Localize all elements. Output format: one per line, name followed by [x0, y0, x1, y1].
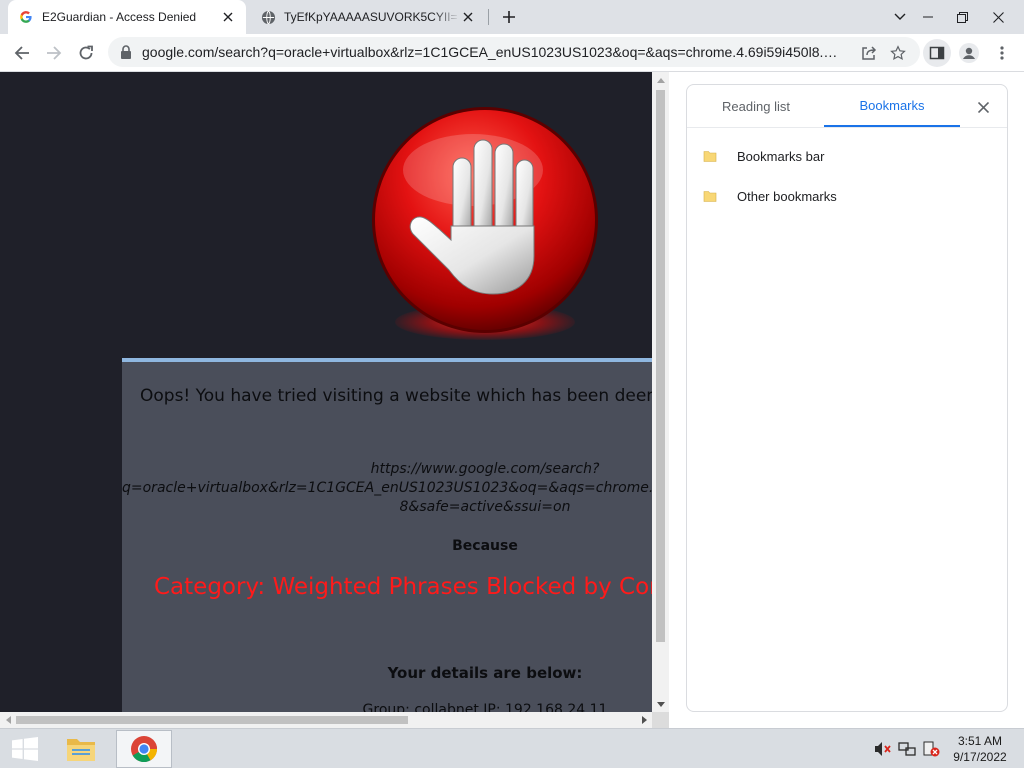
bookmark-label: Bookmarks bar — [737, 148, 825, 164]
blocked-url-line: 8&safe=active&ssui=on — [399, 499, 571, 515]
horizontal-scrollbar[interactable] — [0, 712, 652, 728]
bookmark-star-button[interactable] — [884, 39, 912, 67]
tab-bookmarks[interactable]: Bookmarks — [824, 85, 960, 127]
bookmark-label: Other bookmarks — [737, 188, 837, 204]
block-heading: Oops! You have tried visiting a website … — [140, 386, 652, 406]
system-clock[interactable]: 3:51 AM 9/17/2022 — [944, 733, 1016, 765]
restore-icon — [956, 11, 968, 23]
share-icon — [862, 46, 877, 60]
menu-button[interactable] — [988, 39, 1016, 67]
clock-date: 9/17/2022 — [953, 750, 1007, 764]
side-panel: Reading list Bookmarks Bookmarks bar Oth… — [686, 84, 1008, 712]
tab-image[interactable]: TyEfKpYAAAAASUVORK5CYII= (2 — [250, 0, 489, 34]
close-window-button[interactable] — [982, 0, 1014, 34]
group-ip-line: Group: collabnet IP: 192.168.24.11 — [362, 702, 608, 712]
globe-icon — [260, 9, 276, 25]
back-icon — [14, 46, 29, 60]
close-icon — [977, 101, 989, 113]
side-panel-icon — [929, 46, 945, 60]
menu-icon — [1000, 46, 1004, 60]
bookmark-folder-bookmarks-bar[interactable]: Bookmarks bar — [703, 144, 824, 168]
close-tab-icon[interactable] — [460, 9, 476, 25]
windows-logo-icon — [12, 737, 38, 761]
restore-button[interactable] — [946, 0, 978, 34]
plus-icon — [503, 11, 515, 23]
tab-strip: E2Guardian - Access Denied TyEfKpYAAAAAS… — [0, 0, 1024, 34]
scroll-down-icon[interactable] — [652, 696, 669, 712]
forward-icon — [47, 46, 62, 60]
profile-button[interactable] — [955, 39, 983, 67]
google-g-icon — [18, 9, 34, 25]
taskbar-file-explorer[interactable] — [58, 731, 104, 767]
blocked-url: https://www.google.com/search? q=oracle+… — [122, 460, 652, 517]
minimize-icon — [923, 16, 933, 18]
scroll-left-icon[interactable] — [0, 712, 16, 728]
start-button[interactable] — [8, 735, 42, 763]
close-side-panel-button[interactable] — [973, 97, 993, 117]
divider — [687, 127, 1007, 128]
reload-button[interactable] — [72, 39, 100, 67]
scroll-right-icon[interactable] — [636, 712, 652, 728]
scroll-up-icon[interactable] — [652, 72, 669, 88]
volume-muted-icon[interactable] — [874, 740, 892, 758]
folder-icon — [703, 149, 719, 163]
vertical-scroll-thumb[interactable] — [656, 90, 665, 642]
tab-title: TyEfKpYAAAAASUVORK5CYII= (2 — [284, 10, 460, 24]
taskbar-chrome[interactable] — [116, 730, 172, 768]
network-icon[interactable] — [898, 740, 916, 758]
minimize-button[interactable] — [912, 0, 944, 34]
scrollbar-corner — [652, 712, 669, 728]
horizontal-scroll-thumb[interactable] — [16, 716, 408, 724]
tab-title: E2Guardian - Access Denied — [42, 10, 197, 24]
close-icon — [992, 11, 1004, 23]
side-panel-button[interactable] — [923, 39, 951, 67]
share-button[interactable] — [855, 39, 883, 67]
reload-icon — [79, 45, 93, 60]
action-center-error-icon[interactable] — [922, 740, 940, 758]
profile-icon — [959, 43, 979, 63]
vertical-scrollbar[interactable] — [652, 72, 669, 712]
block-category: Category: Weighted Phrases Blocked by Co… — [154, 574, 652, 600]
address-bar[interactable]: google.com/search?q=oracle+virtualbox&rl… — [108, 37, 920, 67]
taskbar: 3:51 AM 9/17/2022 — [0, 728, 1024, 768]
bookmark-folder-other-bookmarks[interactable]: Other bookmarks — [703, 184, 837, 208]
back-button[interactable] — [8, 39, 36, 67]
because-label: Because — [452, 538, 518, 554]
blocked-url-line: https://www.google.com/search? — [370, 461, 600, 477]
stop-hand-icon — [372, 107, 598, 333]
toolbar: google.com/search?q=oracle+virtualbox&rl… — [0, 34, 1024, 72]
close-tab-icon[interactable] — [220, 9, 236, 25]
star-icon — [890, 45, 906, 61]
details-heading: Your details are below: — [387, 664, 583, 682]
blocked-url-line: q=oracle+virtualbox&rlz=1C1GCEA_enUS1023… — [122, 480, 652, 496]
folder-icon — [703, 189, 719, 203]
tab-reading-list[interactable]: Reading list — [688, 85, 824, 127]
chevron-down-icon — [894, 13, 906, 20]
page-viewport: Oops! You have tried visiting a website … — [0, 72, 669, 728]
file-explorer-icon — [67, 739, 95, 761]
lock-icon[interactable] — [118, 44, 134, 60]
new-tab-button[interactable] — [498, 7, 520, 27]
url-text[interactable]: google.com/search?q=oracle+virtualbox&rl… — [142, 44, 842, 60]
block-page: Oops! You have tried visiting a website … — [0, 72, 652, 712]
forward-button[interactable] — [40, 39, 68, 67]
clock-time: 3:51 AM — [957, 734, 1003, 748]
chrome-icon — [131, 736, 158, 763]
block-message-panel: Oops! You have tried visiting a website … — [122, 358, 652, 712]
tab-e2guardian[interactable]: E2Guardian - Access Denied — [8, 0, 246, 34]
